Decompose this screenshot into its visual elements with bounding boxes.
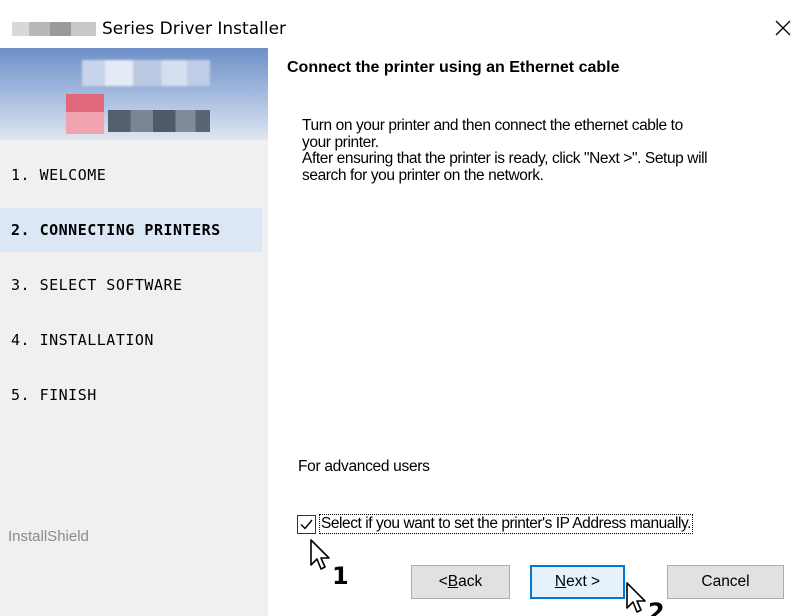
back-rest: ack <box>458 573 483 590</box>
blurred-logo <box>66 94 210 134</box>
page-heading: Connect the printer using an Ethernet ca… <box>287 59 620 76</box>
installshield-brand: InstallShield <box>8 528 89 545</box>
step-welcome: 1. WELCOME <box>11 166 107 184</box>
checkmark-icon <box>300 519 313 530</box>
callout-number: 1 <box>332 562 349 590</box>
next-mnemonic: N <box>554 573 567 590</box>
main-panel: Connect the printer using an Ethernet ca… <box>268 48 803 616</box>
cancel-button[interactable]: Cancel <box>667 565 784 599</box>
back-prefix: < <box>438 573 448 590</box>
step-installation: 4. INSTALLATION <box>11 331 154 349</box>
advanced-users-label: For advanced users <box>298 458 430 475</box>
instruction-line: your printer. <box>302 133 379 151</box>
instruction-line: After ensuring that the printer is ready… <box>302 150 708 167</box>
instruction-line: Turn on your printer and then connect th… <box>302 117 683 134</box>
brand-banner <box>0 48 268 140</box>
close-icon <box>775 20 791 36</box>
blurred-logo-text <box>82 60 210 86</box>
step-finish: 5. FINISH <box>11 386 97 404</box>
callout-number: 2 <box>648 598 665 616</box>
manual-ip-option[interactable]: Select if you want to set the printer's … <box>297 514 693 534</box>
manual-ip-checkbox-label[interactable]: Select if you want to set the printer's … <box>319 514 693 534</box>
window-title: Series Driver Installer <box>102 19 287 39</box>
manual-ip-checkbox[interactable] <box>297 514 316 534</box>
cancel-label: Cancel <box>701 573 750 590</box>
back-mnemonic: B <box>447 573 459 590</box>
mouse-pointer-icon <box>626 582 648 616</box>
step-select-software: 3. SELECT SOFTWARE <box>11 276 183 294</box>
steps-sidebar: 1. WELCOME 2. CONNECTING PRINTERS 3. SEL… <box>0 48 268 616</box>
instructions-text: Turn on your printer and then connect th… <box>302 117 797 184</box>
installer-window: Series Driver Installer 1. WELCOME 2. CO… <box>0 0 803 616</box>
title-bar[interactable]: Series Driver Installer <box>0 0 803 48</box>
blurred-product-name <box>12 22 96 36</box>
mouse-pointer-icon <box>310 539 332 578</box>
close-button[interactable] <box>763 12 803 44</box>
back-button[interactable]: < ​Back <box>411 565 510 599</box>
next-rest: ext > <box>566 573 601 590</box>
instruction-line: search for you printer on the network. <box>302 166 544 184</box>
next-button[interactable]: Next > <box>530 565 625 599</box>
step-connecting-printers: 2. CONNECTING PRINTERS <box>0 208 262 252</box>
